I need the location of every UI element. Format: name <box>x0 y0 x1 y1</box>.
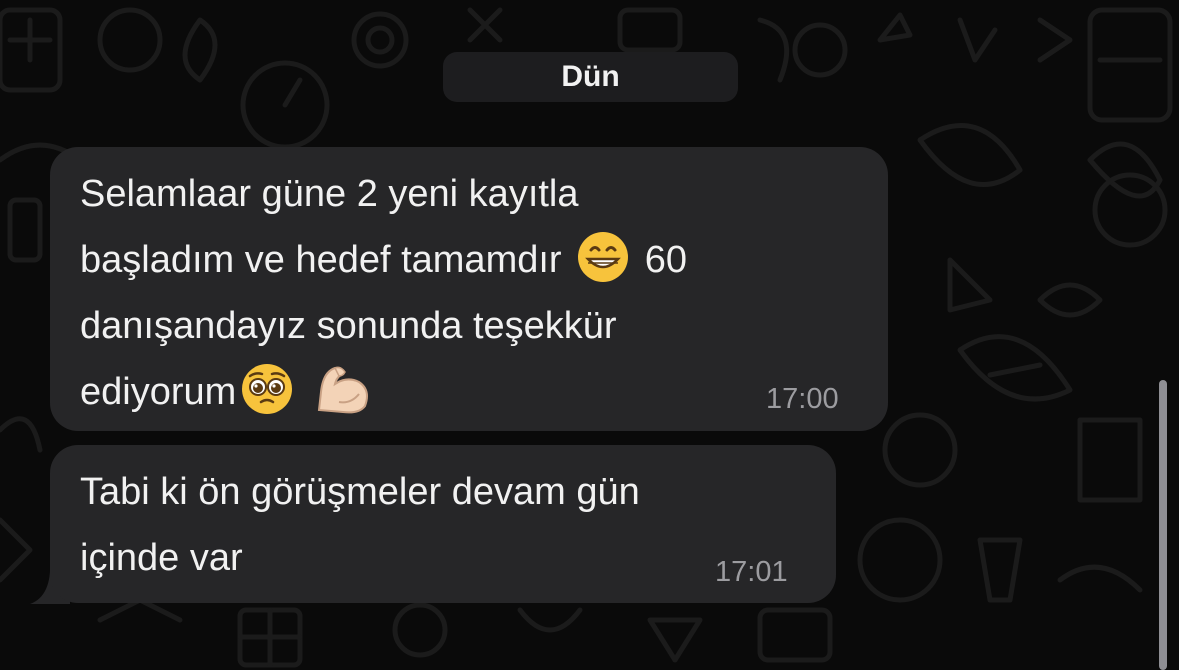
scrollbar[interactable] <box>1159 380 1167 670</box>
grinning-face-icon <box>578 232 629 282</box>
message-text-segment: 60 <box>644 239 687 281</box>
flexed-biceps-icon <box>317 366 368 414</box>
message-line: başladım ve hedef tamamdır 60 <box>80 227 687 293</box>
message-line: danışandayız sonunda teşekkür <box>80 305 617 347</box>
message-line: Tabi ki ön görüşmeler devam gün <box>80 471 640 513</box>
message-text-segment: ediyorum <box>80 371 237 413</box>
pleading-face-icon <box>242 364 293 414</box>
date-separator: Dün <box>443 52 738 102</box>
message-bubble-incoming[interactable]: Selamlaar güne 2 yeni kayıtla başladım v… <box>50 147 888 431</box>
message-line: ediyorum <box>80 359 687 425</box>
message-text: Selamlaar güne 2 yeni kayıtla başladım v… <box>80 161 687 425</box>
message-line: Selamlaar güne 2 yeni kayıtla <box>80 173 579 215</box>
message-text-segment: başladım ve hedef tamamdır <box>80 239 562 281</box>
message-bubble-incoming[interactable]: Tabi ki ön görüşmeler devam gün içinde v… <box>50 445 836 603</box>
message-line: içinde var <box>80 537 243 579</box>
chat-view: Dün Selamlaar güne 2 yeni kayıtla başlad… <box>0 0 1179 670</box>
message-timestamp: 17:01 <box>715 556 788 588</box>
message-timestamp: 17:00 <box>766 383 839 415</box>
message-text: Tabi ki ön görüşmeler devam gün içinde v… <box>80 459 640 591</box>
